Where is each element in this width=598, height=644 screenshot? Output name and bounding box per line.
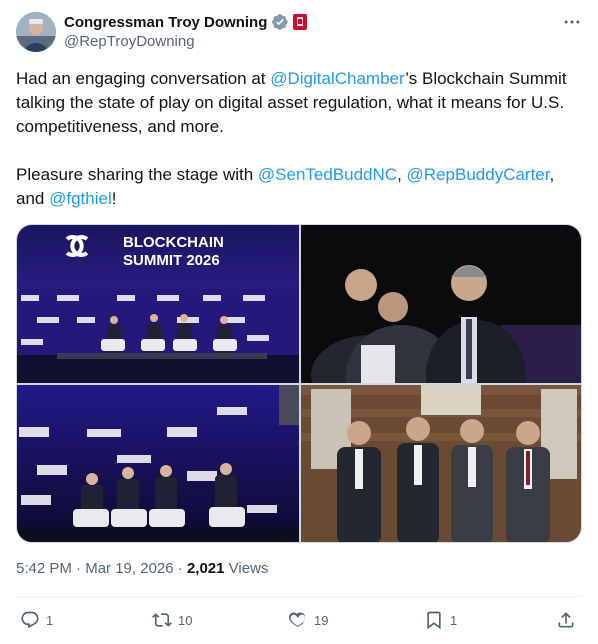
photo-group[interactable] <box>301 385 581 542</box>
repost-button[interactable]: 10 <box>152 608 192 632</box>
text-segment: , <box>397 165 407 184</box>
views-label: Views <box>224 560 269 577</box>
photo-speakers-closeup[interactable] <box>301 225 581 383</box>
tweet-meta: 5:42 PM · Mar 19, 2026 · 2,021 Views <box>16 560 268 577</box>
banner-line-2: SUMMIT 2026 <box>123 252 220 269</box>
more-options-button[interactable] <box>560 10 584 34</box>
mention-sentedbuddnc[interactable]: @SenTedBuddNC <box>258 165 397 184</box>
photo-stage-wide[interactable]: BLOCKCHAIN SUMMIT 2026 <box>17 225 299 383</box>
tweet-card[interactable]: Congressman Troy Downing @RepTroyDowning… <box>0 0 598 644</box>
photo-stage-panel[interactable] <box>17 385 299 542</box>
mention-fgthiel[interactable]: @fgthiel <box>49 189 112 208</box>
reply-count: 1 <box>46 612 54 628</box>
share-button[interactable] <box>556 608 576 632</box>
display-name[interactable]: Congressman Troy Downing <box>64 14 267 31</box>
author-handle[interactable]: @RepTroyDowning <box>64 33 195 50</box>
views-count: 2,021 <box>186 560 225 577</box>
bookmark-count: 1 <box>450 612 458 628</box>
text-segment: Had an engaging conversation at <box>16 69 271 88</box>
tweet-paragraph-2: Pleasure sharing the stage with @SenTedB… <box>16 163 576 211</box>
like-count: 19 <box>314 612 329 628</box>
more-icon <box>564 20 580 24</box>
text-segment: Pleasure sharing the stage with <box>16 165 258 184</box>
tweet-text: Had an engaging conversation at @Digital… <box>16 67 576 211</box>
verified-icon[interactable] <box>271 13 289 31</box>
author-name-row: Congressman Troy Downing <box>64 12 308 32</box>
reply-button[interactable]: 1 <box>20 608 53 632</box>
like-button[interactable]: 19 <box>288 608 328 632</box>
retweet-icon <box>152 613 172 627</box>
bookmark-button[interactable]: 1 <box>424 608 457 632</box>
reply-icon <box>21 611 39 629</box>
tweet-paragraph-1: Had an engaging conversation at @Digital… <box>16 67 576 139</box>
mention-digitalchamber[interactable]: @DigitalChamber <box>270 69 405 88</box>
flag-badge-icon[interactable] <box>293 14 308 30</box>
media-grid: BLOCKCHAIN SUMMIT 2026 <box>16 224 582 543</box>
like-icon <box>289 612 305 627</box>
avatar[interactable] <box>16 12 56 52</box>
meta-separator: · <box>71 560 86 577</box>
mention-repbuddycarter[interactable]: @RepBuddyCarter <box>407 165 550 184</box>
bookmark-icon <box>427 611 441 630</box>
repost-count: 10 <box>178 612 193 628</box>
action-bar: 1 10 19 1 <box>0 606 598 636</box>
post-time[interactable]: 5:42 PM <box>16 560 72 577</box>
meta-separator: · <box>173 560 187 577</box>
share-icon <box>558 612 574 628</box>
post-date[interactable]: Mar 19, 2026 <box>85 560 173 577</box>
banner-line-1: BLOCKCHAIN <box>123 234 224 251</box>
divider <box>16 596 582 597</box>
text-segment: ! <box>111 189 117 208</box>
